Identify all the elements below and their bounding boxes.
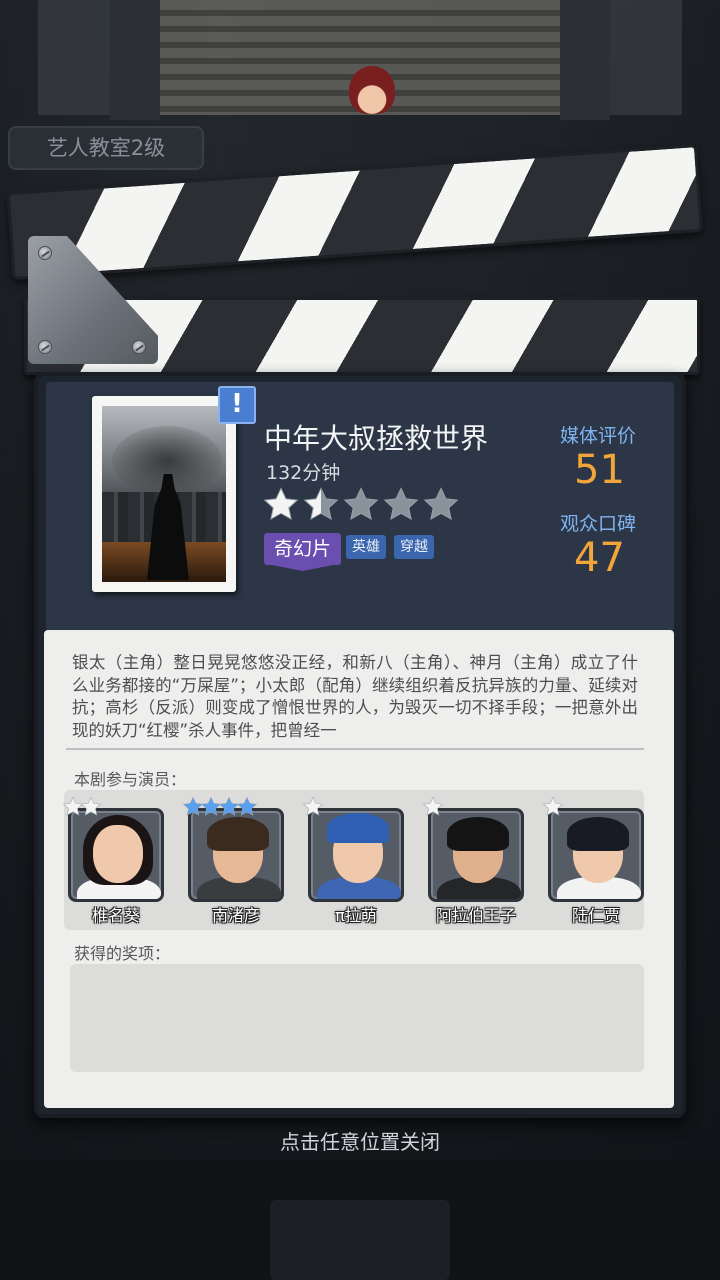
actor-card[interactable]: 阿拉伯王子	[422, 796, 524, 932]
actor-name: 阿拉伯王子	[435, 906, 516, 925]
movie-title: 中年大叔拯救世界	[264, 422, 489, 455]
level-badge: 艺人教室2级	[8, 126, 204, 170]
actor-name: π拉萌	[335, 906, 377, 925]
actor-stars	[182, 796, 258, 818]
audience-rating-value: 47	[574, 535, 625, 581]
filled-star-icon	[262, 486, 300, 524]
actor-star-icon	[302, 796, 324, 818]
actor-star-icon	[80, 796, 102, 818]
actor-star-icon	[422, 796, 444, 818]
movie-poster	[92, 396, 236, 592]
background-frame-left	[110, 0, 160, 120]
actor-avatar	[548, 808, 644, 902]
actor-stars	[542, 796, 564, 818]
actor-face	[93, 825, 143, 883]
actor-hair	[567, 817, 629, 851]
audience-rating-label: 观众口碑	[560, 513, 637, 535]
genre-tag: 英雄	[346, 535, 386, 559]
media-rating-value: 51	[574, 447, 625, 493]
divider	[66, 748, 644, 750]
screw-icon	[132, 340, 146, 354]
actor-stars	[422, 796, 444, 818]
actor-stars	[302, 796, 324, 818]
background-floor-mat	[270, 1200, 450, 1280]
screw-icon	[38, 246, 52, 260]
empty-star-icon	[382, 486, 420, 524]
actor-hair	[447, 817, 509, 851]
actor-name: 陆仁贾	[571, 906, 620, 925]
empty-star-icon	[422, 486, 460, 524]
movie-duration: 132分钟	[266, 462, 341, 484]
screw-icon	[38, 340, 52, 354]
actor-hair	[207, 817, 269, 851]
actor-card[interactable]: 南渚彦	[182, 796, 284, 932]
actor-card[interactable]: 椎名葵	[62, 796, 164, 932]
background-wall-right	[610, 0, 682, 115]
rating-stars	[262, 486, 460, 526]
movie-synopsis[interactable]: 银太（主角）整日晃晃悠悠没正经，和新八（主角）、神月（主角）成立了什么业务都接的…	[72, 652, 638, 744]
actor-avatar	[428, 808, 524, 902]
actor-avatar	[68, 808, 164, 902]
actor-name: 椎名葵	[91, 906, 140, 925]
background-character-head	[349, 66, 395, 114]
background-frame-right	[560, 0, 610, 120]
actor-avatar	[188, 808, 284, 902]
actor-card[interactable]: π拉萌	[302, 796, 404, 932]
actor-cap	[327, 813, 389, 843]
genre-tag: 穿越	[394, 535, 434, 559]
actor-stars	[62, 796, 102, 818]
actor-star-icon	[542, 796, 564, 818]
close-hint: 点击任意位置关闭	[280, 1130, 440, 1154]
actor-avatar	[308, 808, 404, 902]
filled-star-icon	[302, 486, 340, 524]
actor-star-icon	[236, 796, 258, 818]
genre-badge: 奇幻片	[264, 533, 342, 565]
empty-star-icon	[342, 486, 380, 524]
actor-card[interactable]: 陆仁贾	[542, 796, 644, 932]
poster-image	[102, 406, 226, 582]
awards-label: 获得的奖项：	[74, 944, 171, 963]
awards-box	[70, 964, 644, 1072]
cast-label: 本剧参与演员：	[74, 770, 187, 789]
actor-name: 南渚彦	[211, 906, 260, 925]
background-wall-left	[38, 0, 110, 115]
exclamation-icon[interactable]: !	[218, 386, 256, 424]
media-rating-label: 媒体评价	[560, 425, 637, 447]
